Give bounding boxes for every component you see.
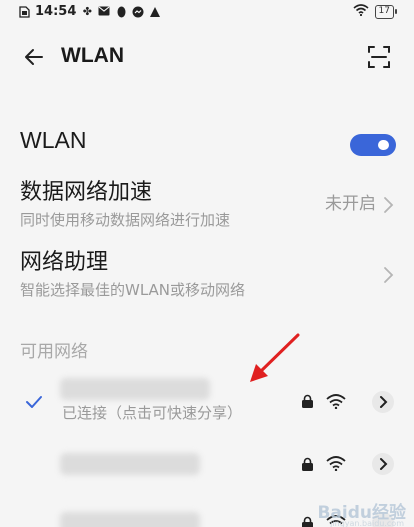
checkmark-icon bbox=[26, 396, 42, 408]
wlan-toggle-switch[interactable] bbox=[350, 134, 396, 156]
data-boost-subtitle: 同时使用移动数据网络进行加速 bbox=[20, 211, 231, 229]
app-icon bbox=[149, 6, 161, 18]
scan-icon bbox=[368, 46, 390, 68]
baidu-watermark: Baidu经验 jingyan.baidu.com bbox=[317, 503, 406, 527]
annotation-arrow-icon bbox=[250, 333, 300, 382]
network-details-button[interactable] bbox=[372, 391, 394, 413]
sim-card-icon bbox=[18, 5, 30, 18]
network-name-redacted bbox=[60, 512, 200, 527]
data-boost-value: 未开启 bbox=[325, 194, 376, 214]
network-assistant-subtitle: 智能选择最佳的WLAN或移动网络 bbox=[20, 281, 246, 299]
network-assistant-row[interactable]: 网络助理 智能选择最佳的WLAN或移动网络 bbox=[0, 248, 414, 304]
wlan-label: WLAN bbox=[20, 127, 87, 153]
wifi-strength-icon bbox=[326, 394, 346, 409]
battery-indicator: 17 bbox=[374, 4, 398, 19]
lock-icon bbox=[302, 457, 313, 471]
top-bar: WLAN bbox=[0, 30, 414, 84]
chevron-right-icon bbox=[380, 396, 388, 408]
available-networks-label: 可用网络 bbox=[20, 342, 88, 362]
network-details-button[interactable] bbox=[372, 453, 394, 475]
page-title: WLAN bbox=[61, 44, 124, 67]
data-boost-title: 数据网络加速 bbox=[20, 180, 153, 205]
wifi-signal-icon bbox=[353, 4, 369, 19]
data-network-boost-row[interactable]: 数据网络加速 同时使用移动数据网络进行加速 未开启 bbox=[0, 178, 414, 234]
network-name-redacted bbox=[60, 453, 200, 475]
clock: 14:54 bbox=[35, 4, 77, 19]
wifi-strength-icon bbox=[326, 456, 346, 471]
qq-penguin-icon bbox=[115, 6, 127, 18]
back-arrow-icon bbox=[25, 49, 43, 65]
chevron-right-icon bbox=[384, 197, 394, 213]
network-item-connected[interactable]: 已连接（点击可快速分享） bbox=[0, 376, 414, 436]
toggle-knob bbox=[378, 140, 389, 150]
network-name-redacted bbox=[60, 378, 210, 400]
network-assistant-title: 网络助理 bbox=[20, 250, 109, 275]
scan-qr-button[interactable] bbox=[364, 42, 394, 72]
chevron-right-icon bbox=[380, 458, 388, 470]
status-bar: 14:54 ✤ 17 bbox=[0, 0, 414, 26]
lock-icon bbox=[302, 516, 313, 527]
back-button[interactable] bbox=[20, 42, 50, 72]
chevron-right-icon bbox=[384, 267, 394, 283]
pinwheel-icon: ✤ bbox=[82, 4, 92, 18]
lock-icon bbox=[302, 394, 313, 408]
mail-icon bbox=[98, 6, 110, 18]
network-item[interactable] bbox=[0, 440, 414, 488]
wlan-toggle-row[interactable]: WLAN bbox=[0, 125, 414, 165]
connection-status: 已连接（点击可快速分享） bbox=[62, 404, 243, 422]
messenger-icon bbox=[132, 6, 144, 18]
